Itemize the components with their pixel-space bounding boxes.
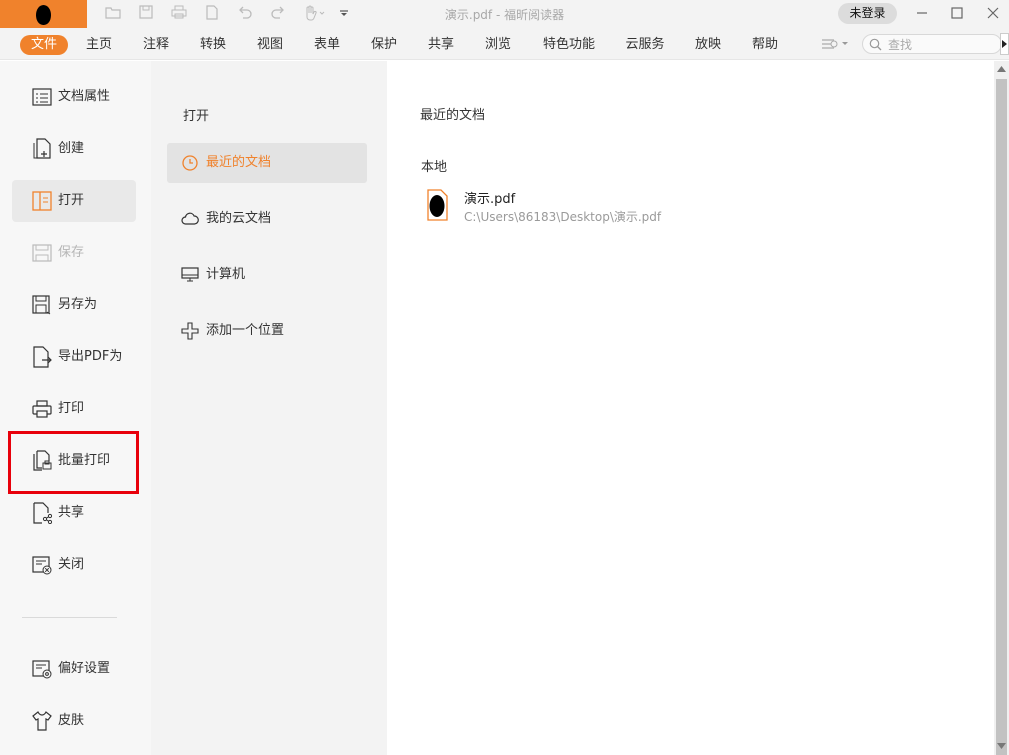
- print-icon: [32, 400, 52, 418]
- preferences-icon: [32, 660, 52, 679]
- nav-share[interactable]: 共享: [12, 492, 136, 534]
- clock-icon: [182, 155, 198, 171]
- save-quick-icon[interactable]: [136, 5, 156, 19]
- nav-close[interactable]: 关闭: [12, 544, 136, 586]
- menu-file[interactable]: 文件: [20, 35, 68, 55]
- menu-share[interactable]: 共享: [424, 35, 458, 55]
- menu-form[interactable]: 表单: [310, 35, 344, 55]
- location-label: 添加一个位置: [206, 323, 285, 338]
- title-bar: 演示.pdf - 福昕阅读器 未登录: [0, 0, 1009, 28]
- nav-save[interactable]: 保存: [12, 232, 136, 274]
- document-properties-icon: [32, 88, 52, 106]
- recent-documents-pane: 最近的文档 本地 演示.pdf C:\Users\86183\Desktop\演…: [387, 61, 994, 755]
- create-icon: [33, 138, 51, 159]
- computer-icon: [181, 267, 199, 282]
- file-name: 演示.pdf: [464, 192, 516, 207]
- file-menu-sidebar: 文档属性 创建 打开 保存 另存为 导出PDF为 打印 批量打印 共享 关闭 偏…: [0, 61, 151, 755]
- location-label: 计算机: [206, 267, 246, 282]
- nav-label: 创建: [58, 141, 85, 156]
- customize-toolbar-icon[interactable]: [334, 5, 354, 19]
- search-input[interactable]: 查找: [862, 34, 1002, 54]
- scroll-down-icon[interactable]: [997, 743, 1006, 749]
- ribbon-menu-bar: 文件 主页 注释 转换 视图 表单 保护 共享 浏览 特色功能 云服务 放映 帮…: [0, 28, 1009, 60]
- nav-save-as[interactable]: 另存为: [12, 284, 136, 326]
- location-cloud-documents[interactable]: 我的云文档: [167, 199, 367, 239]
- nav-label: 保存: [58, 245, 85, 260]
- location-recent-documents[interactable]: 最近的文档: [167, 143, 367, 183]
- panel-title: 打开: [183, 109, 210, 124]
- app-logo[interactable]: [0, 0, 87, 28]
- vertical-scrollbar[interactable]: [994, 61, 1009, 755]
- menu-convert[interactable]: 转换: [196, 35, 230, 55]
- nav-create[interactable]: 创建: [12, 128, 136, 170]
- menu-slideshow[interactable]: 放映: [691, 35, 725, 55]
- open-icon: [32, 191, 52, 211]
- nav-document-properties[interactable]: 文档属性: [12, 76, 136, 118]
- menu-features[interactable]: 特色功能: [539, 35, 599, 55]
- file-path: C:\Users\86183\Desktop\演示.pdf: [464, 210, 662, 224]
- ribbon-layout-icon[interactable]: [820, 37, 850, 53]
- menu-protect[interactable]: 保护: [367, 35, 401, 55]
- nav-label: 另存为: [58, 297, 98, 312]
- section-local: 本地: [421, 160, 448, 175]
- nav-label: 导出PDF为: [58, 349, 123, 364]
- save-as-icon: [32, 295, 51, 315]
- close-document-icon: [32, 556, 52, 575]
- hand-tool-icon[interactable]: [301, 5, 327, 21]
- close-window-icon[interactable]: [981, 4, 1005, 24]
- new-file-quick-icon[interactable]: [202, 5, 222, 20]
- search-placeholder: 查找: [888, 38, 913, 52]
- nav-label: 共享: [58, 505, 85, 520]
- login-button[interactable]: 未登录: [838, 3, 897, 24]
- nav-preferences[interactable]: 偏好设置: [12, 648, 136, 690]
- export-pdf-icon: [33, 346, 52, 368]
- sidebar-divider: [22, 617, 117, 618]
- pdf-file-icon: [427, 189, 448, 221]
- open-locations-panel: 打开 最近的文档 我的云文档 计算机 添加一个位置: [151, 61, 387, 755]
- maximize-icon[interactable]: [945, 4, 969, 24]
- undo-icon[interactable]: [235, 5, 255, 19]
- share-icon: [33, 502, 52, 524]
- cloud-icon: [181, 212, 199, 225]
- skin-icon: [32, 711, 52, 731]
- menu-cloud[interactable]: 云服务: [622, 35, 668, 55]
- nav-label: 偏好设置: [58, 661, 111, 676]
- nav-label: 打印: [58, 401, 85, 416]
- minimize-icon[interactable]: [910, 4, 934, 24]
- location-add-place[interactable]: 添加一个位置: [167, 311, 367, 351]
- redo-icon[interactable]: [268, 5, 288, 19]
- search-icon: [869, 38, 882, 51]
- menu-view[interactable]: 视图: [253, 35, 287, 55]
- open-folder-icon[interactable]: [103, 5, 123, 19]
- nav-export-pdf[interactable]: 导出PDF为: [12, 336, 136, 378]
- ribbon-scroll-right-icon[interactable]: [1000, 33, 1009, 55]
- menu-browse[interactable]: 浏览: [481, 35, 515, 55]
- menu-help[interactable]: 帮助: [748, 35, 782, 55]
- save-icon: [32, 244, 52, 262]
- menu-comment[interactable]: 注释: [139, 35, 173, 55]
- egg-logo-icon: [36, 5, 51, 25]
- nav-skin[interactable]: 皮肤: [12, 700, 136, 742]
- pane-title: 最近的文档: [420, 108, 486, 123]
- plus-icon: [181, 322, 199, 340]
- nav-open[interactable]: 打开: [12, 180, 136, 222]
- highlight-box: [8, 431, 139, 494]
- nav-label: 打开: [58, 193, 85, 208]
- location-computer[interactable]: 计算机: [167, 255, 367, 295]
- nav-label: 皮肤: [58, 713, 85, 728]
- nav-print[interactable]: 打印: [12, 388, 136, 430]
- scroll-up-icon[interactable]: [997, 66, 1006, 72]
- nav-label: 关闭: [58, 557, 85, 572]
- nav-label: 文档属性: [58, 89, 111, 104]
- print-quick-icon[interactable]: [169, 5, 189, 19]
- recent-file-row[interactable]: 演示.pdf C:\Users\86183\Desktop\演示.pdf: [423, 185, 983, 225]
- location-label: 我的云文档: [206, 211, 272, 226]
- scrollbar-thumb[interactable]: [996, 79, 1007, 755]
- menu-home[interactable]: 主页: [82, 35, 116, 55]
- location-label: 最近的文档: [206, 155, 272, 170]
